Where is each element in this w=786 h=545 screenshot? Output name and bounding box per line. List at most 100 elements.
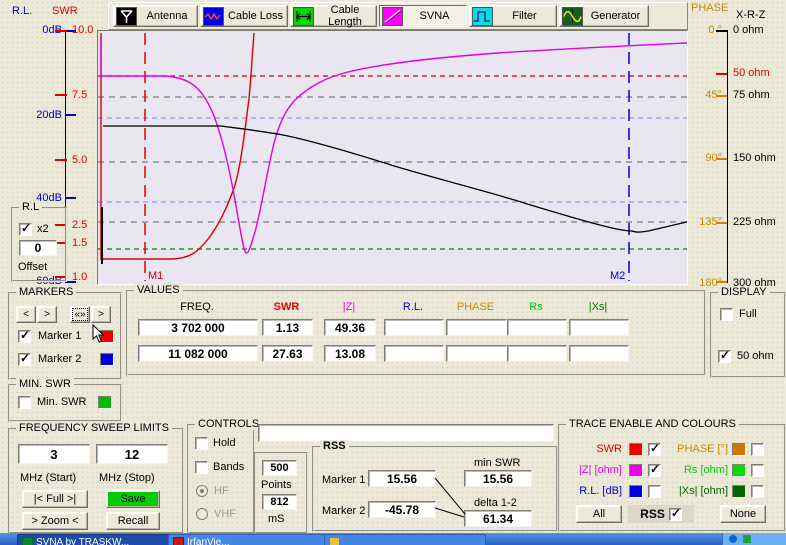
ohm-tick-150 (716, 158, 727, 160)
trace-phase-swatch[interactable] (732, 443, 746, 456)
db-tick-20 (66, 114, 76, 116)
generator-button-label: Generator (583, 10, 648, 22)
values-freq-m1[interactable] (138, 319, 258, 336)
status-text-field[interactable] (258, 424, 554, 442)
sweep-stop-input[interactable] (96, 444, 168, 464)
values-xs-m2[interactable] (569, 345, 629, 362)
points-panel: Points mS (254, 452, 308, 534)
values-z-m2[interactable] (324, 345, 376, 362)
tray-icon-1[interactable] (729, 535, 737, 543)
display-50ohm-checkbox[interactable] (718, 350, 731, 363)
taskbar-item-svna-label: SVNA by TRASKW... (36, 537, 129, 545)
bands-label: Bands (213, 461, 244, 473)
zoom-sweep-button[interactable]: > Zoom < (22, 512, 88, 530)
generator-button[interactable]: Generator (559, 5, 649, 27)
ohm-label-0: 0 ohm (733, 24, 764, 36)
rss-min-swr-value[interactable] (464, 470, 532, 487)
values-phase-m1[interactable] (446, 319, 507, 336)
marker1-step-down-button[interactable]: < (16, 306, 36, 323)
trace-swr-swatch[interactable] (629, 443, 643, 456)
ohm-label-50: 50 ohm (733, 67, 770, 79)
irfanview-taskbar-icon (173, 537, 184, 545)
trace-swr-checkbox[interactable] (648, 443, 661, 456)
svna-button[interactable]: SVNA (379, 5, 467, 27)
save-button[interactable]: Save (106, 490, 160, 508)
ohm-tick-300 (716, 281, 727, 283)
taskbar-item-folder[interactable] (324, 534, 486, 545)
trace-rs-label: Rs [ohm] (666, 464, 728, 476)
taskbar-item-irfanview-label: IrfanVie... (187, 537, 230, 545)
values-phase-m2[interactable] (446, 345, 507, 362)
values-z-m1[interactable] (324, 319, 376, 336)
marker1-step-up-button[interactable]: > (37, 306, 57, 323)
antenna-button[interactable]: Antenna (113, 5, 198, 27)
taskbar: SVNA by TRASKW... IrfanVie... (0, 533, 786, 545)
trace-all-button[interactable]: All (576, 505, 622, 523)
trace-rs-swatch[interactable] (732, 464, 746, 477)
trace-xs-swatch[interactable] (732, 485, 746, 498)
trace-colours-group-title: TRACE ENABLE AND COLOURS (566, 418, 739, 430)
sweep-start-input[interactable] (18, 444, 90, 464)
values-freq-m2[interactable] (138, 345, 258, 362)
hf-radio[interactable] (196, 485, 208, 497)
taskbar-system-tray[interactable] (722, 533, 786, 545)
cable-loss-button[interactable]: Cable Loss (200, 5, 288, 27)
trace-none-button[interactable]: None (720, 505, 766, 523)
swr-tick-7-5: 7.5 (72, 89, 87, 101)
display-full-checkbox[interactable] (720, 308, 733, 321)
values-rs-m2[interactable] (507, 345, 567, 362)
chart-svg: M1 M2 (98, 31, 687, 284)
min-swr-group-title: MIN. SWR (16, 378, 74, 390)
trace-z-checkbox[interactable] (648, 464, 661, 477)
chart-plot-area: M1 M2 (97, 30, 688, 285)
points-input[interactable] (262, 460, 297, 476)
marker2-step-up-button[interactable]: > (91, 306, 111, 323)
values-swr-m2[interactable] (262, 345, 313, 362)
trace-rl-swatch[interactable] (629, 485, 643, 498)
marker2-step-down-button[interactable]: «» (70, 306, 90, 323)
rl-offset-input[interactable] (19, 240, 57, 256)
tray-icon-2[interactable] (743, 535, 751, 543)
min-swr-checkbox[interactable] (18, 396, 31, 409)
display-group-title: DISPLAY (718, 286, 770, 298)
filter-icon (472, 7, 493, 26)
values-rs-m1[interactable] (507, 319, 567, 336)
values-rl-m1[interactable] (384, 319, 444, 336)
taskbar-item-svna[interactable]: SVNA by TRASKW... (17, 534, 171, 545)
vhf-label: VHF (214, 508, 236, 520)
rl-x2-checkbox[interactable] (19, 223, 32, 236)
full-sweep-button[interactable]: |< Full >| (22, 490, 88, 508)
marker1-checkbox[interactable] (18, 330, 31, 343)
ms-input[interactable] (262, 494, 297, 510)
trace-z-label: |Z| [ohm] (562, 464, 622, 476)
rss-delta-value[interactable] (464, 510, 532, 527)
left-axis-db-20: 20dB (18, 109, 62, 121)
bands-checkbox[interactable] (195, 461, 208, 474)
recall-button[interactable]: Recall (106, 512, 160, 530)
trace-rl-checkbox[interactable] (648, 485, 661, 498)
values-swr-m1[interactable] (262, 319, 313, 336)
filter-button[interactable]: Filter (469, 5, 557, 27)
vhf-radio[interactable] (196, 508, 208, 520)
swr-dash-7-5 (55, 94, 67, 96)
min-swr-color-swatch[interactable] (98, 396, 112, 409)
trace-z-swatch[interactable] (629, 464, 643, 477)
marker2-color-swatch[interactable] (100, 353, 114, 366)
swr-dash-5 (55, 159, 67, 161)
cable-length-button[interactable]: Cable Length (290, 5, 377, 27)
trace-rss-checkbox[interactable] (669, 508, 682, 521)
ms-label: mS (268, 513, 285, 525)
hold-checkbox[interactable] (195, 437, 208, 450)
trace-rs-checkbox[interactable] (751, 464, 764, 477)
values-rl-m2[interactable] (384, 345, 444, 362)
trace-xs-checkbox[interactable] (751, 485, 764, 498)
marker2-checkbox[interactable] (18, 353, 31, 366)
rss-marker1-value[interactable] (368, 470, 436, 487)
cable-length-button-label: Cable Length (314, 4, 376, 28)
trace-phase-checkbox[interactable] (751, 443, 764, 456)
ohm-tick-50 (716, 73, 727, 75)
swr-tick-2-5: 2.5 (72, 219, 87, 231)
rss-marker2-value[interactable] (368, 501, 436, 518)
values-xs-m1[interactable] (569, 319, 629, 336)
taskbar-item-irfanview[interactable]: IrfanVie... (168, 534, 326, 545)
